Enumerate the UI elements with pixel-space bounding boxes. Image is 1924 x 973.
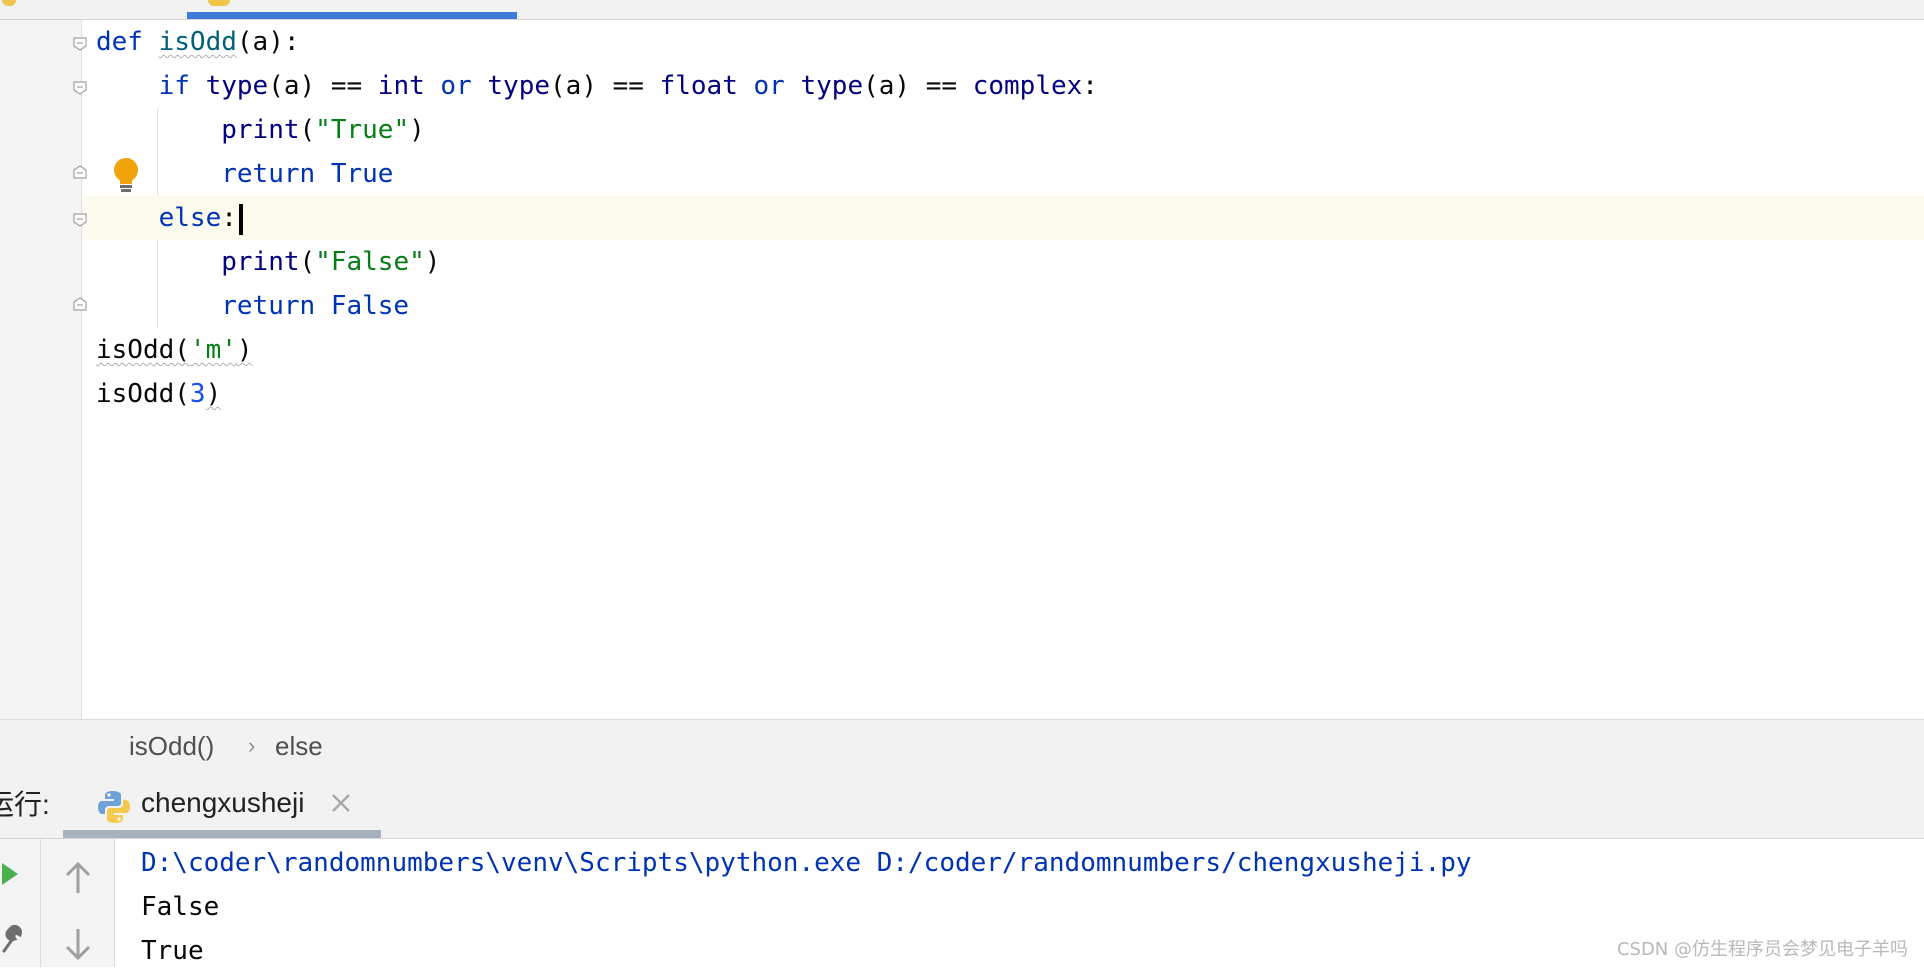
wrench-icon[interactable] (0, 923, 24, 957)
console-command-line[interactable]: D:\coder\randomnumbers\venv\Scripts\pyth… (141, 841, 1472, 885)
breadcrumb-item-function[interactable]: isOdd() (129, 720, 214, 772)
run-toolbar (0, 839, 41, 967)
arrow-up-icon[interactable] (63, 861, 93, 899)
builtin: int (377, 71, 425, 101)
keyword-return: return (221, 291, 316, 321)
builtin: print (221, 247, 300, 277)
code-text: ) (236, 335, 253, 365)
builtin: float (659, 71, 738, 101)
breadcrumb-item-else[interactable]: else (275, 720, 323, 772)
code-line[interactable]: print("False") (96, 240, 440, 284)
builtin: print (221, 115, 300, 145)
caret-line-highlight (0, 196, 1924, 240)
code-line[interactable]: return True (96, 152, 393, 196)
keyword-or: or (753, 71, 785, 101)
code-text: ( (299, 115, 316, 145)
fold-marker-icon[interactable] (73, 81, 87, 95)
arrow-down-icon[interactable] (63, 927, 93, 965)
keyword-return: return (221, 159, 316, 189)
code-line[interactable]: print("True") (96, 108, 425, 152)
builtin: complex (972, 71, 1083, 101)
builtin: type (487, 71, 551, 101)
close-icon[interactable] (328, 790, 354, 816)
code-editor[interactable]: def isOdd(a): if type(a) == int or type(… (0, 20, 1924, 719)
console-scroll-toolbar (41, 839, 115, 967)
run-label: 运行: (0, 789, 50, 820)
editor-gutter[interactable] (0, 20, 82, 719)
play-icon[interactable] (0, 861, 22, 891)
text-cursor (239, 204, 243, 235)
number-literal: 3 (189, 379, 206, 409)
code-text: (a) == (550, 71, 660, 101)
code-text: (a) == (268, 71, 378, 101)
keyword-false: False (330, 291, 410, 321)
breadcrumb: isOdd() › else (0, 719, 1924, 773)
code-line[interactable]: return False (96, 284, 409, 328)
keyword-def: def (96, 27, 143, 57)
builtin: type (205, 71, 269, 101)
keyword-or: or (440, 71, 472, 101)
code-line[interactable]: def isOdd(a): (96, 20, 300, 64)
editor-tab-bar (0, 0, 1924, 20)
code-text: ) (424, 247, 441, 277)
function-call: isOdd( (96, 379, 190, 409)
code-text: ) (205, 379, 222, 409)
code-line-current[interactable]: else: (96, 196, 237, 240)
string-literal: "True" (315, 115, 410, 145)
run-console[interactable]: D:\coder\randomnumbers\venv\Scripts\pyth… (0, 839, 1924, 967)
keyword-else: else (158, 203, 222, 233)
console-output-line[interactable]: True (141, 929, 204, 973)
code-text: ( (299, 247, 316, 277)
code-text: : (221, 203, 237, 233)
function-call: isOdd( (96, 335, 190, 365)
builtin: type (800, 71, 864, 101)
run-tab-label[interactable]: chengxusheji (141, 772, 304, 834)
fold-marker-icon[interactable] (73, 37, 87, 51)
watermark: CSDN @仿生程序员会梦见电子羊吗 (1616, 939, 1908, 960)
active-tab-indicator[interactable] (187, 12, 517, 19)
code-text: (a): (236, 27, 300, 57)
run-tool-window-header: 运行: chengxusheji (0, 772, 1924, 839)
keyword-true: True (330, 159, 394, 189)
chevron-right-icon: › (248, 733, 256, 758)
code-text: : (1082, 71, 1098, 101)
code-text: ) (409, 115, 425, 145)
console-output-line[interactable]: False (141, 885, 219, 929)
python-icon (96, 789, 132, 825)
code-text: (a) == (863, 71, 973, 101)
fold-end-marker-icon[interactable] (73, 297, 87, 311)
python-file-icon[interactable] (208, 0, 230, 6)
code-line[interactable]: if type(a) == int or type(a) == float or… (96, 64, 1098, 108)
code-line[interactable]: isOdd('m') (96, 328, 253, 372)
fold-marker-icon[interactable] (73, 213, 87, 227)
string-literal: 'm' (189, 335, 237, 365)
python-file-icon[interactable] (2, 0, 16, 6)
keyword-if: if (158, 71, 190, 101)
function-name: isOdd (158, 27, 237, 57)
string-literal: "False" (315, 247, 425, 277)
code-line[interactable]: isOdd(3) (96, 372, 221, 416)
fold-end-marker-icon[interactable] (73, 165, 87, 179)
